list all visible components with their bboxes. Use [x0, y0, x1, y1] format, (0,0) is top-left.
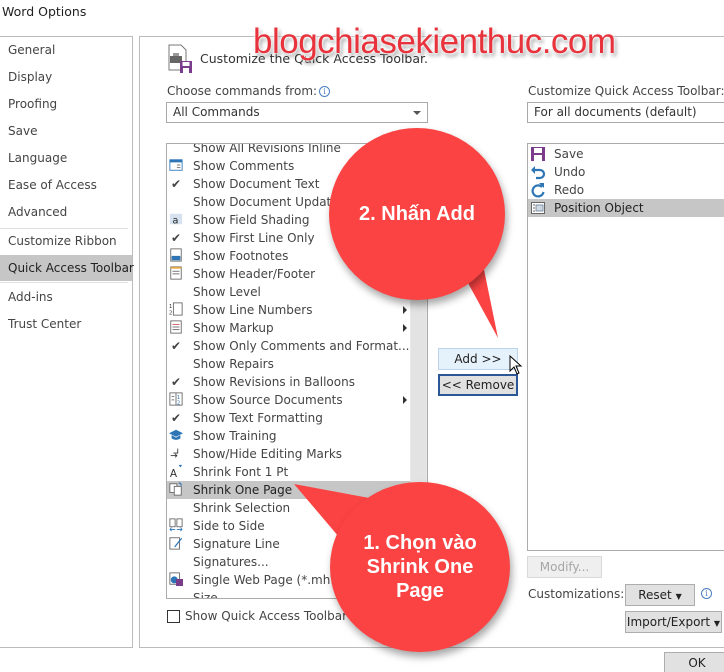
sidebar-item-quick-access-toolbar[interactable]: Quick Access Toolbar: [0, 255, 134, 281]
checkmark-icon: ✔: [170, 411, 182, 425]
sidebar-item-advanced[interactable]: Advanced: [0, 199, 132, 225]
web-page-icon: [167, 572, 185, 588]
sidebar-item-display[interactable]: Display: [0, 64, 132, 90]
watermark-text: blogchiasekienthuc.com: [253, 22, 616, 61]
line-numbers-icon: 12: [167, 302, 185, 318]
info-icon[interactable]: i: [319, 86, 331, 97]
choose-commands-label: Choose commands from: i: [167, 84, 331, 98]
sidebar-divider: [0, 282, 128, 283]
chevron-down-icon: [413, 111, 421, 115]
submenu-arrow-icon: [403, 306, 407, 314]
import-export-button[interactable]: Import/Export ▼: [625, 611, 722, 633]
svg-text:2: 2: [177, 400, 180, 406]
sidebar-item-trust-center[interactable]: Trust Center: [0, 311, 132, 337]
sidebar-item-language[interactable]: Language: [0, 145, 132, 171]
svg-text:A: A: [170, 468, 178, 478]
command-list-item[interactable]: Show/Hide Editing Marks: [167, 445, 411, 463]
qat-commands-list[interactable]: Save Undo Redo Position Object: [527, 143, 724, 551]
command-list-item[interactable]: Show Repairs: [167, 355, 411, 373]
svg-text:1: 1: [169, 304, 172, 310]
shrink-page-icon: [167, 482, 185, 498]
add-button[interactable]: Add >>: [438, 348, 518, 370]
command-list-item[interactable]: ✔ Show Text Formatting: [167, 409, 411, 427]
markup-icon: [167, 320, 185, 336]
editing-marks-icon: [167, 446, 185, 462]
sidebar-nav: General Display Proofing Save Language E…: [0, 36, 134, 648]
qat-item-undo[interactable]: Undo: [528, 163, 724, 181]
sidebar-item-add-ins[interactable]: Add-ins: [0, 284, 132, 310]
sidebar-item-ease-of-access[interactable]: Ease of Access: [0, 172, 132, 198]
blank-icon: [167, 194, 185, 210]
header-footer-icon: [167, 266, 185, 282]
ok-button[interactable]: OK: [664, 652, 724, 672]
command-list-item[interactable]: ✔ Show Revisions in Balloons: [167, 373, 411, 391]
modify-button[interactable]: Modify...: [527, 556, 602, 578]
position-object-icon: [531, 202, 545, 214]
footnotes-icon: [167, 248, 185, 264]
checkmark-icon: ✔: [170, 231, 182, 245]
customize-qat-dropdown[interactable]: For all documents (default): [527, 102, 724, 123]
svg-text:2: 2: [169, 310, 172, 316]
callout-select: 1. Chọn vào Shrink One Page: [330, 482, 510, 652]
undo-icon: [531, 166, 546, 180]
chevron-down-icon: ▼: [675, 592, 682, 601]
qat-item-position-object[interactable]: Position Object: [528, 199, 724, 217]
blank-icon: [167, 356, 185, 372]
checkmark-icon: ✔: [170, 177, 182, 191]
sidebar-item-customize-ribbon[interactable]: Customize Ribbon: [0, 228, 132, 254]
svg-text:a: a: [173, 215, 179, 226]
customize-qat-label: Customize Quick Access Toolbar:i: [528, 84, 724, 98]
mouse-cursor-icon: [509, 355, 523, 375]
blank-icon: [167, 144, 185, 156]
qat-item-save[interactable]: Save: [528, 145, 724, 163]
checkmark-icon: ✔: [170, 375, 182, 389]
command-list-item[interactable]: Show Markup: [167, 319, 411, 337]
command-list-item[interactable]: ✔ Show Only Comments and Format...: [167, 337, 411, 355]
info-icon[interactable]: i: [701, 588, 712, 599]
signature-line-icon: [167, 536, 185, 552]
training-cap-icon: [167, 428, 185, 444]
sidebar-item-save[interactable]: Save: [0, 118, 132, 144]
command-list-item[interactable]: 1 2 Show Source Documents: [167, 391, 411, 409]
blank-icon: [167, 500, 185, 516]
chevron-down-icon: ▼: [713, 619, 721, 628]
customizations-label: Customizations:: [528, 587, 625, 601]
reset-button[interactable]: Reset ▼: [625, 584, 695, 606]
redo-icon: [531, 183, 545, 198]
submenu-arrow-icon: [403, 396, 407, 404]
callout-add: 2. Nhấn Add: [329, 128, 505, 300]
command-list-item[interactable]: 1 2 Show Line Numbers: [167, 301, 411, 319]
side-to-side-icon: [167, 518, 185, 534]
source-documents-icon: 12: [167, 392, 185, 408]
save-icon: [531, 147, 545, 161]
submenu-arrow-icon: [403, 324, 407, 332]
quick-access-toolbar-icon: [168, 44, 192, 73]
show-below-ribbon-checkbox[interactable]: [167, 610, 180, 623]
shrink-font-icon: A: [167, 464, 185, 480]
field-shading-icon: a: [167, 212, 185, 228]
blank-icon: [167, 554, 185, 570]
sidebar-item-general[interactable]: General: [0, 37, 132, 63]
command-list-item[interactable]: Show Training: [167, 427, 411, 445]
remove-button[interactable]: << Remove: [438, 374, 518, 396]
comments-icon: [167, 158, 185, 174]
choose-commands-dropdown[interactable]: All Commands: [166, 102, 428, 123]
blank-icon: [167, 590, 185, 598]
sidebar-item-proofing[interactable]: Proofing: [0, 91, 132, 117]
blank-icon: [167, 284, 185, 300]
checkmark-icon: ✔: [170, 339, 182, 353]
qat-item-redo[interactable]: Redo: [528, 181, 724, 199]
window-title: Word Options: [2, 4, 87, 19]
